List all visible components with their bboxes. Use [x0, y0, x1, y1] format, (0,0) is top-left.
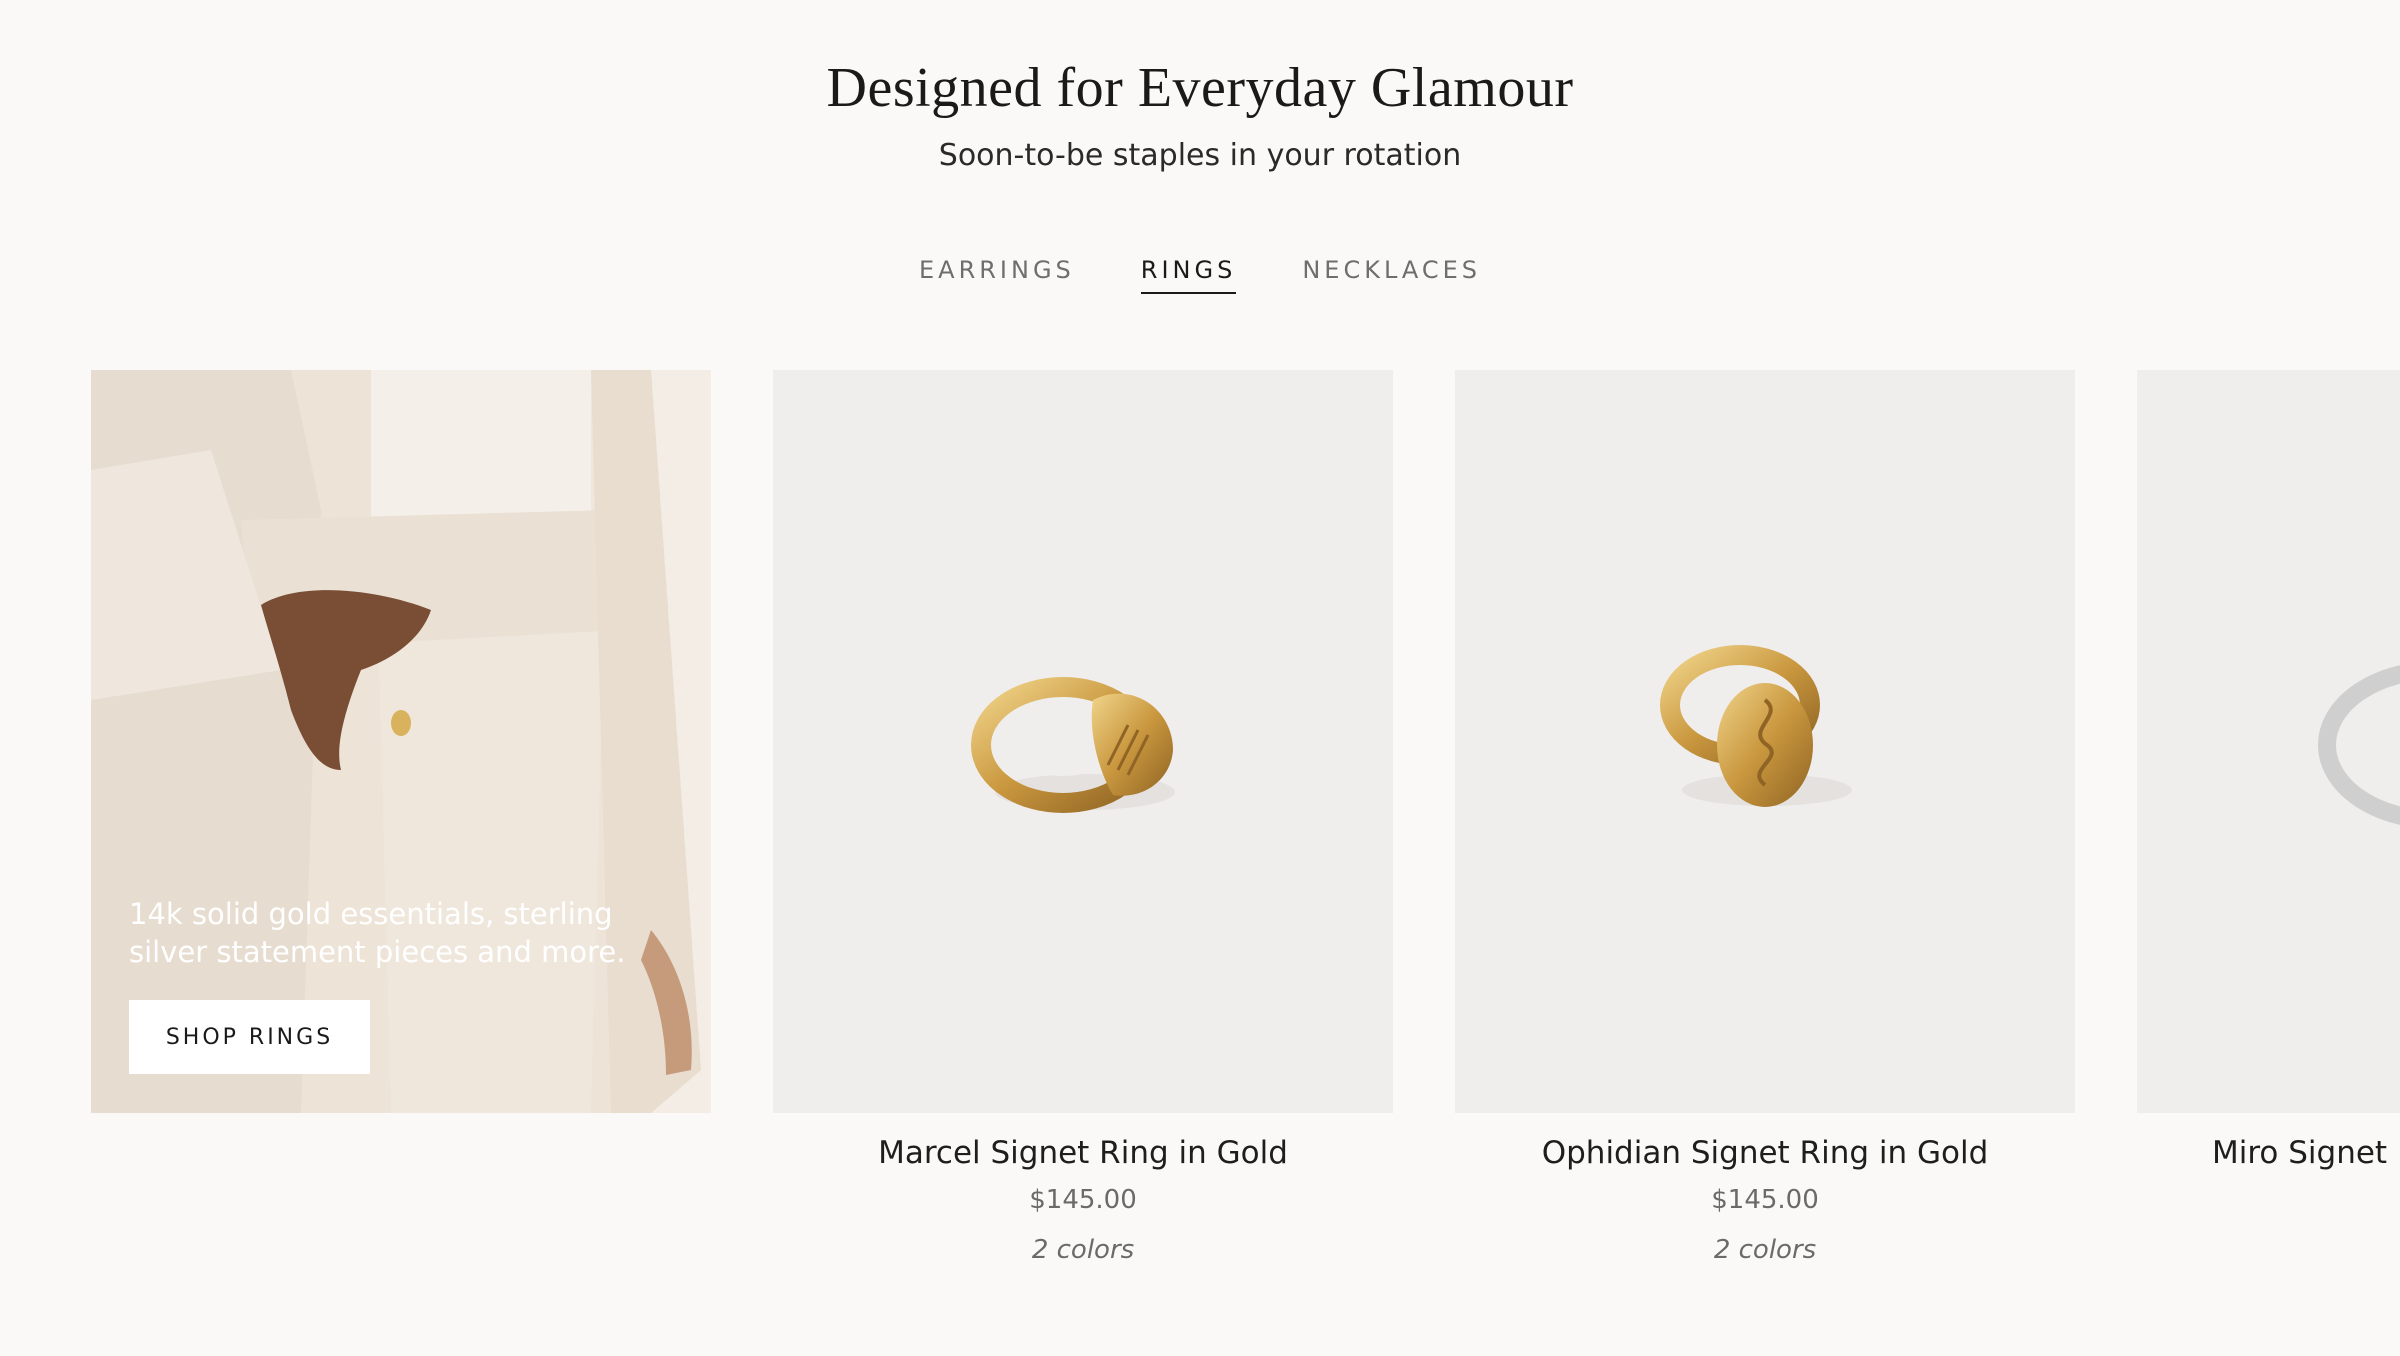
promo-text: 14k solid gold essentials, sterling silv…	[129, 897, 626, 969]
promo-tile: 14k solid gold essentials, sterling silv…	[91, 370, 711, 1113]
gold-signet-ring-shell-icon	[971, 677, 1175, 813]
product-name[interactable]: Ophidian Signet Ring in Gold	[1455, 1135, 2075, 1171]
silver-signet-ring-icon	[2318, 665, 2400, 825]
product-image[interactable]	[2137, 370, 2400, 1113]
product-price: $145.00	[1029, 1185, 1137, 1215]
section-title: Designed for Everyday Glamour	[826, 57, 1574, 119]
product-color-count: 2 colors	[1713, 1235, 1817, 1265]
product-color-count: 2 colors	[1031, 1235, 1135, 1265]
product-price: $145.00	[1711, 1185, 1819, 1215]
tab-necklaces[interactable]: NECKLACES	[1302, 256, 1481, 294]
tab-rings[interactable]: RINGS	[1140, 256, 1237, 294]
product-name[interactable]: Miro Signet R	[2137, 1135, 2400, 1171]
product-image[interactable]	[1455, 370, 2075, 1113]
gold-signet-ring-snake-icon	[1660, 645, 1852, 807]
product-card[interactable]: Ophidian Signet Ring in Gold $145.00 2 c…	[1455, 370, 2075, 1265]
shop-rings-button[interactable]: SHOP RINGS	[129, 1000, 370, 1074]
product-card[interactable]: Miro Signet R	[2137, 370, 2400, 1171]
product-image[interactable]	[773, 370, 1393, 1113]
product-card[interactable]: Marcel Signet Ring in Gold $145.00 2 col…	[773, 370, 1393, 1265]
product-name[interactable]: Marcel Signet Ring in Gold	[773, 1135, 1393, 1171]
section-subtitle: Soon-to-be staples in your rotation	[938, 138, 1462, 173]
tab-earrings[interactable]: EARRINGS	[919, 256, 1075, 294]
category-tabs: EARRINGS RINGS NECKLACES	[0, 256, 2400, 294]
